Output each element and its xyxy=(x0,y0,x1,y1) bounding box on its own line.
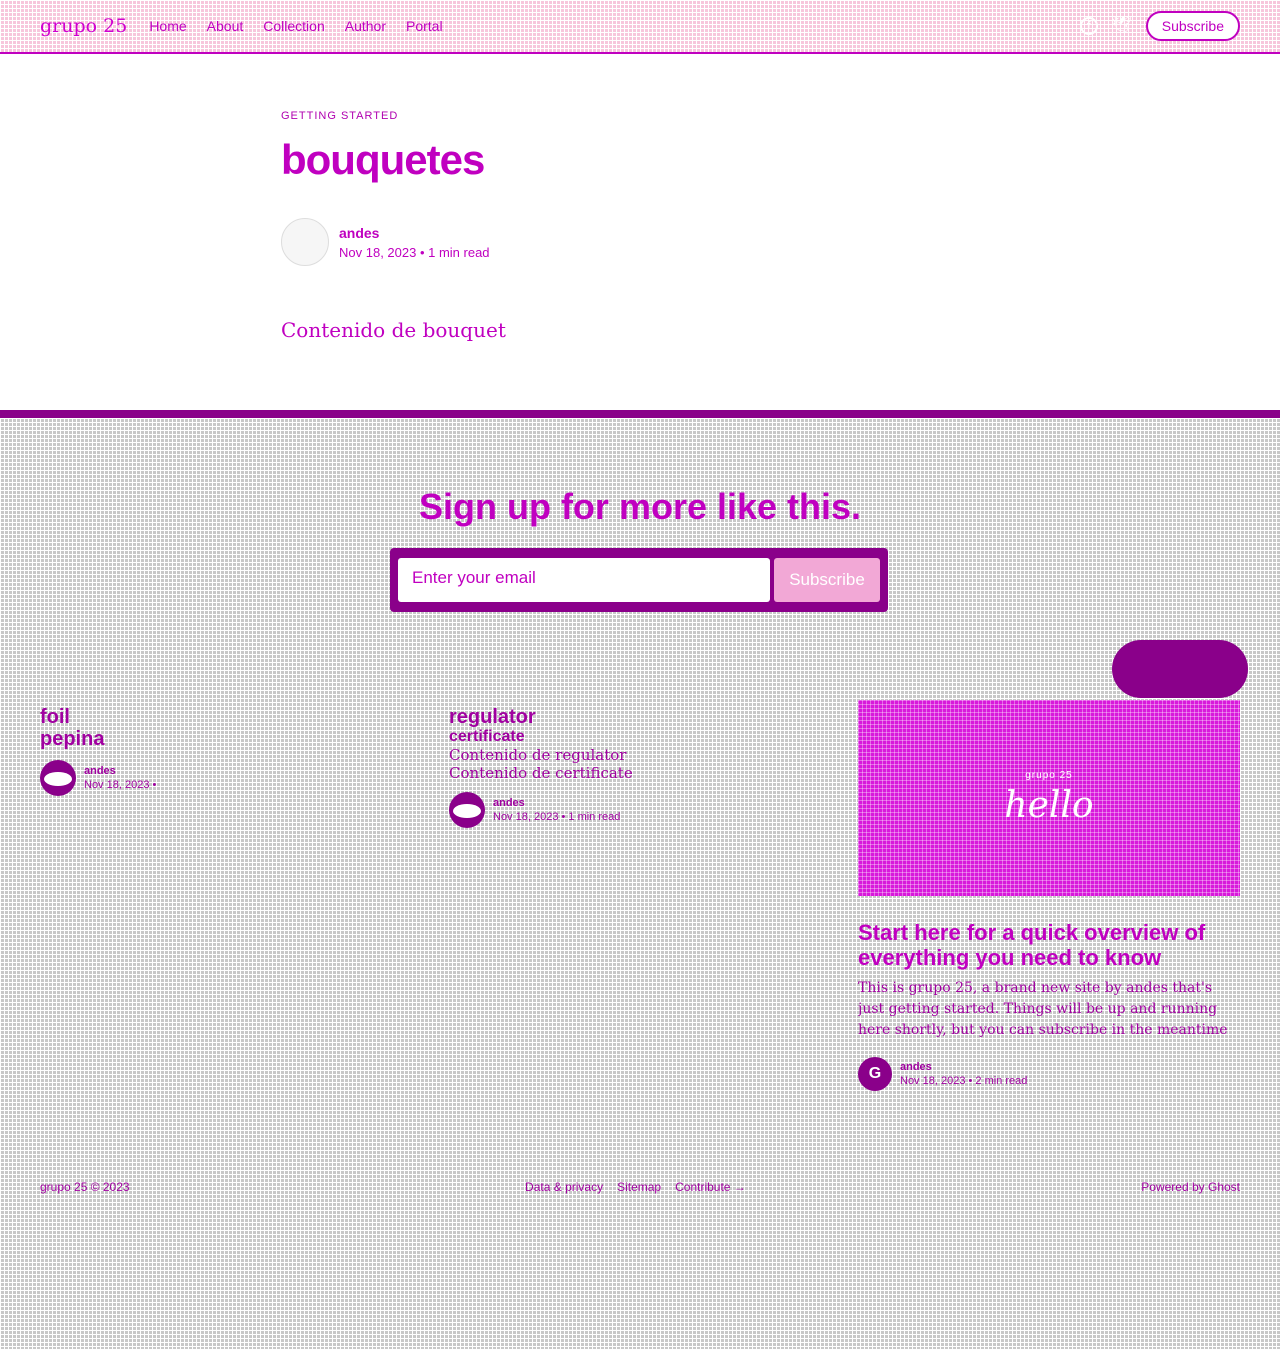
ghost-avatar-icon[interactable]: G xyxy=(858,1057,892,1091)
feature-image-text: hello xyxy=(1004,785,1094,826)
author-name[interactable]: andes xyxy=(339,225,490,241)
article-content: Contenido de bouquet xyxy=(281,318,506,342)
post-card-title[interactable]: regulator xyxy=(449,706,819,728)
portal-trigger-button[interactable] xyxy=(1112,640,1248,698)
feature-image[interactable]: grupo 25 hello xyxy=(858,700,1240,896)
subscribe-button[interactable]: Subscribe xyxy=(1145,11,1240,41)
author-avatar[interactable] xyxy=(449,792,485,828)
author-name[interactable]: andes xyxy=(84,765,156,777)
feature-author: G andes Nov 18, 2023 • 2 min read xyxy=(858,1057,1240,1091)
email-input[interactable]: Enter your email xyxy=(398,558,770,602)
post-card-title-overlay: certificate xyxy=(449,728,525,745)
signup-cta: Sign up for more like this. xyxy=(0,486,1280,528)
feature-post[interactable]: Start here for a quick overview of every… xyxy=(858,920,1240,1091)
site-logo[interactable]: grupo 25 xyxy=(40,15,127,37)
site-footer: grupo 25 © 2023 Data & privacy Sitemap C… xyxy=(40,1180,1240,1194)
post-card-title[interactable]: foil xyxy=(40,706,400,728)
post-card-excerpt: Contenido de regulator xyxy=(449,746,627,764)
article: GETTING STARTED bouquetes andes Nov 18, … xyxy=(281,110,1001,342)
twitter-icon[interactable]: 🕊 xyxy=(1112,17,1132,35)
footer-link-sitemap[interactable]: Sitemap xyxy=(617,1180,661,1194)
signup-form: Enter your email Subscribe xyxy=(390,548,888,612)
nav-home[interactable]: Home xyxy=(149,18,186,34)
footer-links: Data & privacy Sitemap Contribute → xyxy=(525,1180,746,1194)
article-meta: Nov 18, 2023 • 1 min read xyxy=(339,244,490,260)
nav-about[interactable]: About xyxy=(207,18,244,34)
article-tag[interactable]: GETTING STARTED xyxy=(281,110,1001,122)
facebook-icon[interactable]: f xyxy=(1079,17,1098,35)
article-title: bouquetes xyxy=(281,136,485,183)
article-byline: andes Nov 18, 2023 • 1 min read xyxy=(281,218,1001,266)
feature-image-brand: grupo 25 xyxy=(1025,770,1073,781)
author-avatar[interactable] xyxy=(40,760,76,796)
footer-copyright: grupo 25 © 2023 xyxy=(40,1180,130,1194)
footer-link-contribute[interactable]: Contribute → xyxy=(675,1180,746,1194)
post-card-title-overlay: pepina xyxy=(40,728,105,750)
post-card-author: andes Nov 18, 2023 • xyxy=(40,760,400,796)
post-meta: Nov 18, 2023 • 1 min read xyxy=(493,811,621,823)
author-avatar[interactable] xyxy=(281,218,329,266)
post-card[interactable]: foil pepina andes Nov 18, 2023 • xyxy=(40,706,400,796)
lower-section: Sign up for more like this. Enter your e… xyxy=(0,410,1280,1349)
nav-portal[interactable]: Portal xyxy=(406,18,443,34)
signup-title: Sign up for more like this. xyxy=(418,486,862,527)
post-card-author: andes Nov 18, 2023 • 1 min read xyxy=(449,792,819,828)
footer-powered-by[interactable]: Powered by Ghost xyxy=(1141,1180,1240,1194)
signup-subscribe-button[interactable]: Subscribe xyxy=(774,558,880,602)
site-header: grupo 25 Home About Collection Author Po… xyxy=(0,0,1280,54)
author-name[interactable]: andes xyxy=(900,1061,1027,1073)
main-nav: Home About Collection Author Portal xyxy=(149,18,442,34)
post-meta: Nov 18, 2023 • 2 min read xyxy=(900,1075,1028,1087)
post-meta: Nov 18, 2023 • xyxy=(84,779,157,791)
nav-collection[interactable]: Collection xyxy=(263,18,324,34)
footer-link-privacy[interactable]: Data & privacy xyxy=(525,1180,603,1194)
feature-title[interactable]: Start here for a quick overview of every… xyxy=(858,920,1240,970)
author-name[interactable]: andes xyxy=(493,797,620,809)
feature-excerpt: This is grupo 25, a brand new site by an… xyxy=(858,980,1228,1038)
post-card[interactable]: regulator certificate Contenido de regul… xyxy=(449,706,819,828)
nav-author[interactable]: Author xyxy=(345,18,386,34)
post-card-excerpt-overlay: Contenido de certificate xyxy=(449,764,633,782)
header-actions: f 🕊 Subscribe xyxy=(1079,11,1240,41)
